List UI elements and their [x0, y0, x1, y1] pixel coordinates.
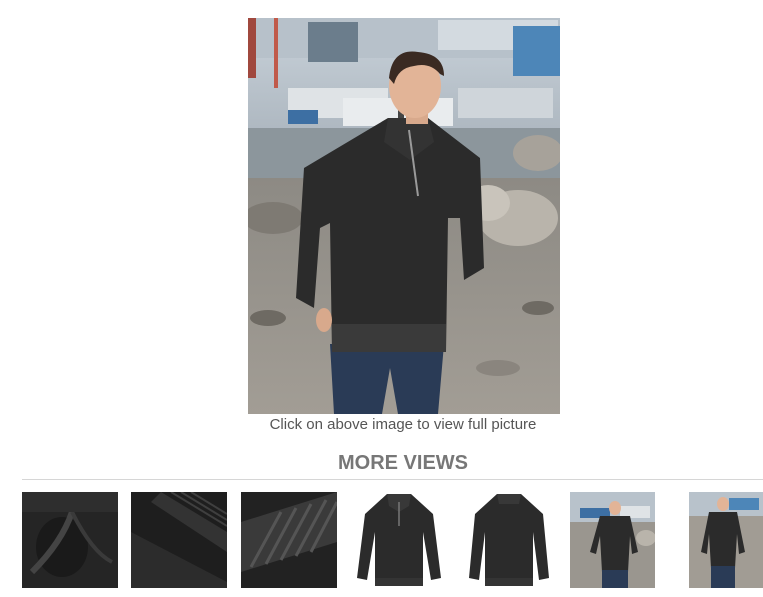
fabric-zipper-closeup-image — [22, 492, 118, 588]
thumbnail-3[interactable] — [241, 492, 337, 588]
thumbnail-1[interactable] — [22, 492, 118, 588]
main-product-image[interactable] — [243, 18, 563, 414]
thumbnail-6[interactable] — [570, 492, 655, 588]
thumbnail-2[interactable] — [131, 492, 227, 588]
model-beach-photo-image — [570, 492, 655, 588]
thumbnail-4[interactable] — [351, 492, 447, 588]
model-standing-photo-image — [689, 492, 763, 588]
thumbnail-5[interactable] — [461, 492, 557, 588]
ribbed-hem-closeup-image — [241, 492, 337, 588]
main-product-photo — [243, 18, 563, 414]
ribbed-cuff-closeup-image — [131, 492, 227, 588]
sweater-back-view-image — [461, 492, 557, 588]
view-full-picture-caption: Click on above image to view full pictur… — [269, 416, 537, 433]
sweater-front-view-image — [351, 492, 447, 588]
thumbnail-7[interactable] — [689, 492, 763, 588]
section-divider — [22, 479, 763, 480]
more-views-heading: MORE VIEWS — [337, 452, 468, 474]
